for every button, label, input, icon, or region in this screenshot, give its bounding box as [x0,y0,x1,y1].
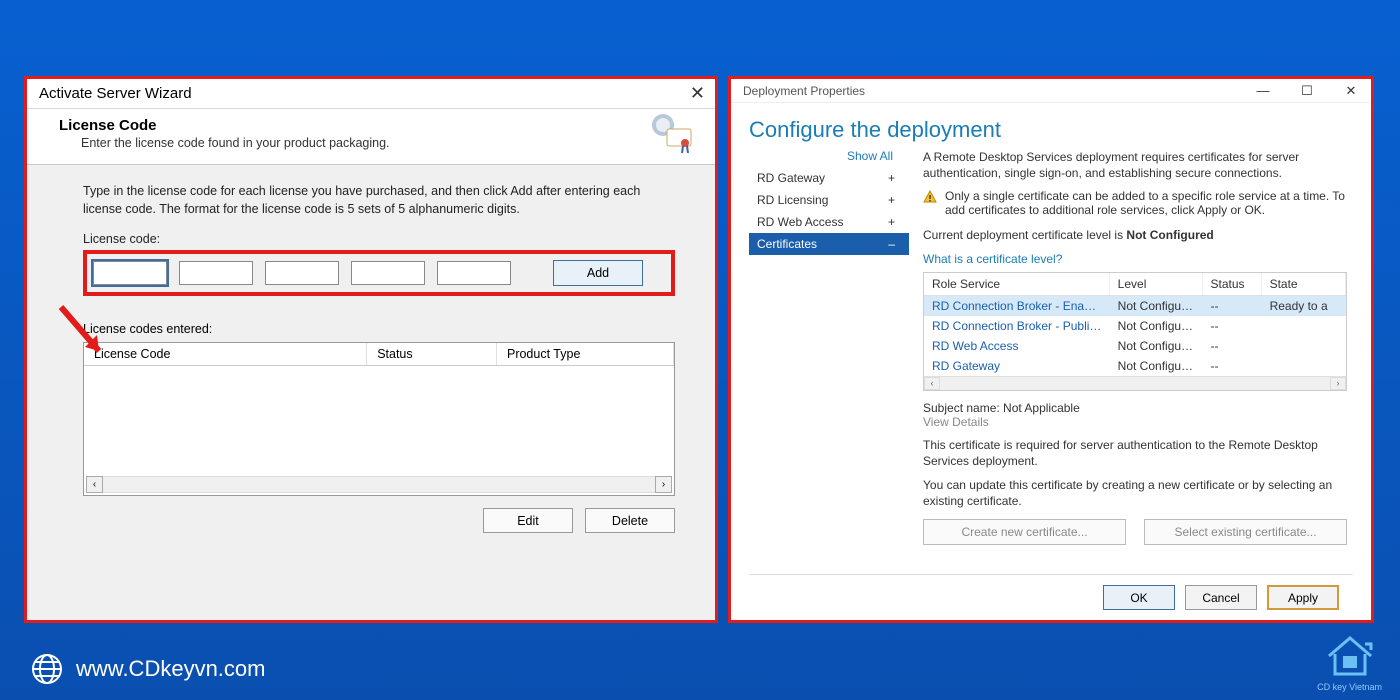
page-footer: www.CDkeyvn.com [30,652,265,686]
deployment-titlebar: Deployment Properties — ☐ ✕ [731,79,1371,103]
nav-rd-gateway[interactable]: RD Gateway+ [749,167,909,189]
certificate-icon [649,113,695,153]
deployment-nav: Show All RD Gateway+ RD Licensing+ RD We… [749,149,909,574]
cert-update-text: You can update this certificate by creat… [923,477,1347,509]
select-certificate-button[interactable]: Select existing certificate... [1144,519,1347,545]
wizard-body: Type in the license code for each licens… [27,165,715,541]
nav-rd-web-access[interactable]: RD Web Access+ [749,211,909,233]
entered-codes-grid: License Code Status Product Type ‹ › [83,342,675,496]
wizard-heading: License Code [59,117,675,134]
apply-button[interactable]: Apply [1267,585,1339,610]
close-icon[interactable]: ✕ [1337,83,1365,99]
wizard-header: License Code Enter the license code foun… [27,109,715,165]
house-icon [1321,632,1379,680]
globe-icon [30,652,64,686]
create-certificate-button[interactable]: Create new certificate... [923,519,1126,545]
license-code-input-2[interactable] [179,261,253,285]
table-row[interactable]: RD Connection Broker - PublishingNot Con… [924,316,1346,336]
license-code-input-3[interactable] [265,261,339,285]
show-all-link[interactable]: Show All [749,149,909,163]
deployment-heading: Configure the deployment [749,117,1353,143]
cert-warning: Only a single certificate can be added t… [923,189,1347,217]
minimize-icon[interactable]: — [1249,83,1277,98]
table-row[interactable]: RD GatewayNot Configured-- [924,356,1346,376]
license-code-input-1[interactable] [93,261,167,285]
annotation-arrow-icon [55,303,109,363]
scroll-right-icon[interactable]: › [655,476,672,493]
brand-logo: CD key Vietnam [1317,632,1382,692]
cancel-button[interactable]: Cancel [1185,585,1257,610]
table-horizontal-scrollbar[interactable]: ‹› [924,376,1346,390]
view-details-link[interactable]: View Details [923,415,1347,429]
col-status[interactable]: Status [367,343,497,365]
ok-button[interactable]: OK [1103,585,1175,610]
wizard-title: Activate Server Wizard [39,85,192,102]
maximize-icon[interactable]: ☐ [1293,83,1321,99]
certificates-panel: A Remote Desktop Services deployment req… [909,149,1353,574]
table-row[interactable]: RD Connection Broker - Enable SingNot Co… [924,296,1346,316]
license-code-input-group: Add [83,250,675,296]
license-code-label: License code: [83,232,675,246]
col-product-type[interactable]: Product Type [497,343,674,365]
cert-intro: A Remote Desktop Services deployment req… [923,149,1347,181]
wizard-instructions: Type in the license code for each licens… [83,183,675,218]
add-button[interactable]: Add [553,260,643,286]
edit-button[interactable]: Edit [483,508,573,533]
nav-rd-licensing[interactable]: RD Licensing+ [749,189,909,211]
cert-required-text: This certificate is required for server … [923,437,1347,469]
logo-caption: CD key Vietnam [1317,682,1382,692]
deployment-title: Deployment Properties [743,84,865,98]
deployment-properties-dialog: Deployment Properties — ☐ ✕ Configure th… [728,76,1374,623]
th-role-service[interactable]: Role Service [924,273,1110,295]
subject-name: Subject name: Not Applicable [923,401,1347,415]
activate-server-wizard-dialog: Activate Server Wizard ✕ License Code En… [24,76,718,623]
col-license-code[interactable]: License Code [84,343,367,365]
role-service-table: Role Service Level Status State RD Conne… [923,272,1347,391]
cert-level-link[interactable]: What is a certificate level? [923,252,1347,266]
entered-codes-label: License codes entered: [83,322,675,336]
grid-header: License Code Status Product Type [84,343,674,366]
cert-level: Current deployment certificate level is … [923,227,1347,243]
table-row[interactable]: RD Web AccessNot Configured-- [924,336,1346,356]
deployment-footer: OK Cancel Apply [749,574,1353,620]
warning-icon [923,190,937,204]
license-code-input-4[interactable] [351,261,425,285]
th-status[interactable]: Status [1203,273,1262,295]
scroll-left-icon[interactable]: ‹ [86,476,103,493]
delete-button[interactable]: Delete [585,508,675,533]
license-code-input-5[interactable] [437,261,511,285]
footer-url: www.CDkeyvn.com [76,656,265,682]
nav-certificates[interactable]: Certificates– [749,233,909,255]
th-level[interactable]: Level [1110,273,1203,295]
th-state[interactable]: State [1262,273,1346,295]
close-icon[interactable]: ✕ [690,83,705,104]
wizard-subheading: Enter the license code found in your pro… [81,136,675,150]
grid-horizontal-scrollbar[interactable]: ‹ › [86,476,672,493]
wizard-titlebar: Activate Server Wizard ✕ [27,79,715,109]
